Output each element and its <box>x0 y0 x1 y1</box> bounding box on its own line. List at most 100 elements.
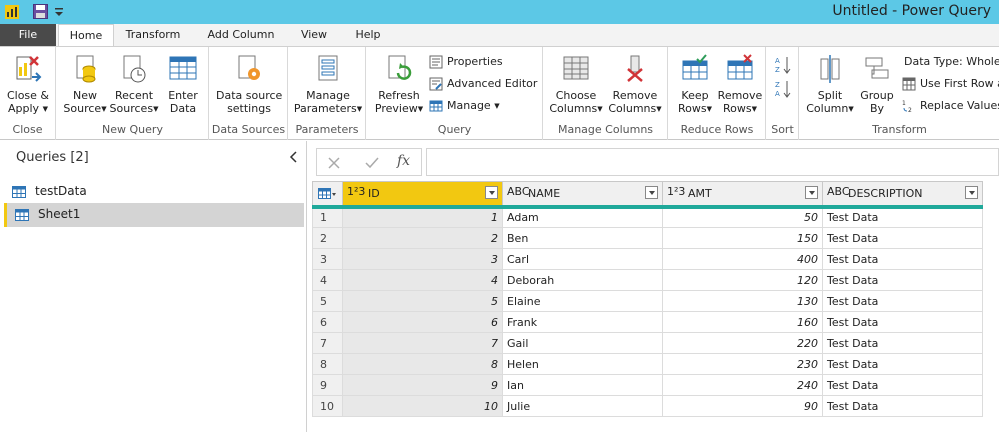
row-number[interactable]: 5 <box>312 290 343 312</box>
cell-id[interactable]: 5 <box>342 290 503 312</box>
cell-id[interactable]: 10 <box>342 395 503 417</box>
cell-amt[interactable]: 230 <box>662 353 823 375</box>
row-number[interactable]: 6 <box>312 311 343 333</box>
properties-button[interactable]: Properties <box>429 53 539 71</box>
cell-id[interactable]: 3 <box>342 248 503 270</box>
cell-name[interactable]: Carl <box>502 248 663 270</box>
cell-amt[interactable]: 150 <box>662 227 823 249</box>
data-type-dropdown[interactable]: Data Type: Whole N <box>902 53 999 71</box>
ribbon: Close & Apply ▼ Close New Source▼ Recent… <box>0 46 999 140</box>
cell-name[interactable]: Ian <box>502 374 663 396</box>
row-number[interactable]: 9 <box>312 374 343 396</box>
tab-help[interactable]: Help <box>346 24 390 46</box>
column-header-id[interactable]: 1²3 ID <box>342 181 503 209</box>
cell-description[interactable]: Test Data <box>822 332 983 354</box>
recent-sources-button[interactable]: Recent Sources▼ <box>109 53 159 116</box>
cell-id[interactable]: 1 <box>342 206 503 228</box>
replace-values-button[interactable]: 1 2 Replace Values <box>902 97 999 115</box>
new-source-button[interactable]: New Source▼ <box>63 53 107 116</box>
remove-columns-button[interactable]: Remove Columns▼ <box>606 53 664 116</box>
row-number[interactable]: 3 <box>312 248 343 270</box>
split-column-button[interactable]: Split Column▼ <box>804 53 856 116</box>
tab-add-column[interactable]: Add Column <box>200 24 282 46</box>
quick-access-dropdown-icon[interactable] <box>54 6 64 18</box>
close-apply-button[interactable]: Close & Apply ▼ <box>6 53 50 116</box>
cell-description[interactable]: Test Data <box>822 227 983 249</box>
group-label-query: Query <box>437 123 472 136</box>
row-number[interactable]: 4 <box>312 269 343 291</box>
filter-dropdown-icon[interactable] <box>965 186 978 199</box>
column-header-description[interactable]: ABC DESCRIPTION <box>822 181 983 209</box>
remove-rows-button[interactable]: Remove Rows▼ <box>717 53 763 116</box>
query-item-testdata[interactable]: testData <box>4 180 304 204</box>
cell-amt[interactable]: 160 <box>662 311 823 333</box>
filter-dropdown-icon[interactable] <box>645 186 658 199</box>
cell-amt[interactable]: 50 <box>662 206 823 228</box>
cell-description[interactable]: Test Data <box>822 311 983 333</box>
table-row: 5 5 Elaine 130 Test Data <box>312 290 983 312</box>
cell-id[interactable]: 7 <box>342 332 503 354</box>
cell-description[interactable]: Test Data <box>822 269 983 291</box>
collapse-chevron-left-icon[interactable] <box>288 151 300 163</box>
cancel-x-icon[interactable] <box>327 156 341 170</box>
cell-amt[interactable]: 240 <box>662 374 823 396</box>
filter-dropdown-icon[interactable] <box>805 186 818 199</box>
tab-view[interactable]: View <box>292 24 336 46</box>
row-number[interactable]: 10 <box>312 395 343 417</box>
cell-name[interactable]: Frank <box>502 311 663 333</box>
tab-transform[interactable]: Transform <box>118 24 188 46</box>
row-number[interactable]: 1 <box>312 206 343 228</box>
cell-description[interactable]: Test Data <box>822 206 983 228</box>
cell-description[interactable]: Test Data <box>822 353 983 375</box>
cell-id[interactable]: 4 <box>342 269 503 291</box>
cell-amt[interactable]: 400 <box>662 248 823 270</box>
cell-description[interactable]: Test Data <box>822 290 983 312</box>
column-header-amt[interactable]: 1²3 AMT <box>662 181 823 209</box>
sort-descending-button[interactable]: Z A <box>775 77 795 99</box>
cell-id[interactable]: 8 <box>342 353 503 375</box>
advanced-editor-label: Advanced Editor <box>447 77 538 90</box>
group-label-data-sources: Data Sources <box>211 123 286 136</box>
cell-name[interactable]: Julie <box>502 395 663 417</box>
filter-dropdown-icon[interactable] <box>485 186 498 199</box>
group-by-button[interactable]: Group By <box>858 53 896 115</box>
cell-name[interactable]: Gail <box>502 332 663 354</box>
cell-name[interactable]: Ben <box>502 227 663 249</box>
advanced-editor-button[interactable]: Advanced Editor <box>429 75 541 93</box>
enter-data-button[interactable]: Enter Data <box>163 53 203 115</box>
data-source-settings-button[interactable]: Data source settings <box>216 53 282 115</box>
fx-icon[interactable]: fx <box>397 153 410 169</box>
sort-ascending-button[interactable]: A Z <box>775 53 795 75</box>
tab-file[interactable]: File <box>0 24 56 46</box>
row-number[interactable]: 7 <box>312 332 343 354</box>
tab-home[interactable]: Home <box>58 24 114 47</box>
row-number[interactable]: 8 <box>312 353 343 375</box>
table-select-corner[interactable] <box>312 181 343 209</box>
manage-button[interactable]: Manage ▼ <box>429 97 519 115</box>
cell-id[interactable]: 9 <box>342 374 503 396</box>
cell-id[interactable]: 2 <box>342 227 503 249</box>
cell-name[interactable]: Adam <box>502 206 663 228</box>
refresh-preview-button[interactable]: Refresh Preview▼ <box>373 53 425 116</box>
cell-name[interactable]: Helen <box>502 353 663 375</box>
save-icon[interactable] <box>33 4 48 19</box>
choose-columns-button[interactable]: Choose Columns▼ <box>548 53 604 116</box>
cell-amt[interactable]: 90 <box>662 395 823 417</box>
cell-name[interactable]: Deborah <box>502 269 663 291</box>
use-first-row-button[interactable]: Use First Row a <box>902 75 999 93</box>
formula-input[interactable] <box>426 148 999 176</box>
cell-description[interactable]: Test Data <box>822 248 983 270</box>
keep-rows-button[interactable]: Keep Rows▼ <box>673 53 717 116</box>
manage-parameters-button[interactable]: Manage Parameters▼ <box>293 53 363 116</box>
cell-amt[interactable]: 130 <box>662 290 823 312</box>
cell-description[interactable]: Test Data <box>822 395 983 417</box>
column-header-name[interactable]: ABC NAME <box>502 181 663 209</box>
cell-name[interactable]: Elaine <box>502 290 663 312</box>
cell-description[interactable]: Test Data <box>822 374 983 396</box>
cell-id[interactable]: 6 <box>342 311 503 333</box>
commit-check-icon[interactable] <box>365 156 379 170</box>
query-item-sheet1[interactable]: Sheet1 <box>4 203 304 227</box>
cell-amt[interactable]: 220 <box>662 332 823 354</box>
row-number[interactable]: 2 <box>312 227 343 249</box>
cell-amt[interactable]: 120 <box>662 269 823 291</box>
